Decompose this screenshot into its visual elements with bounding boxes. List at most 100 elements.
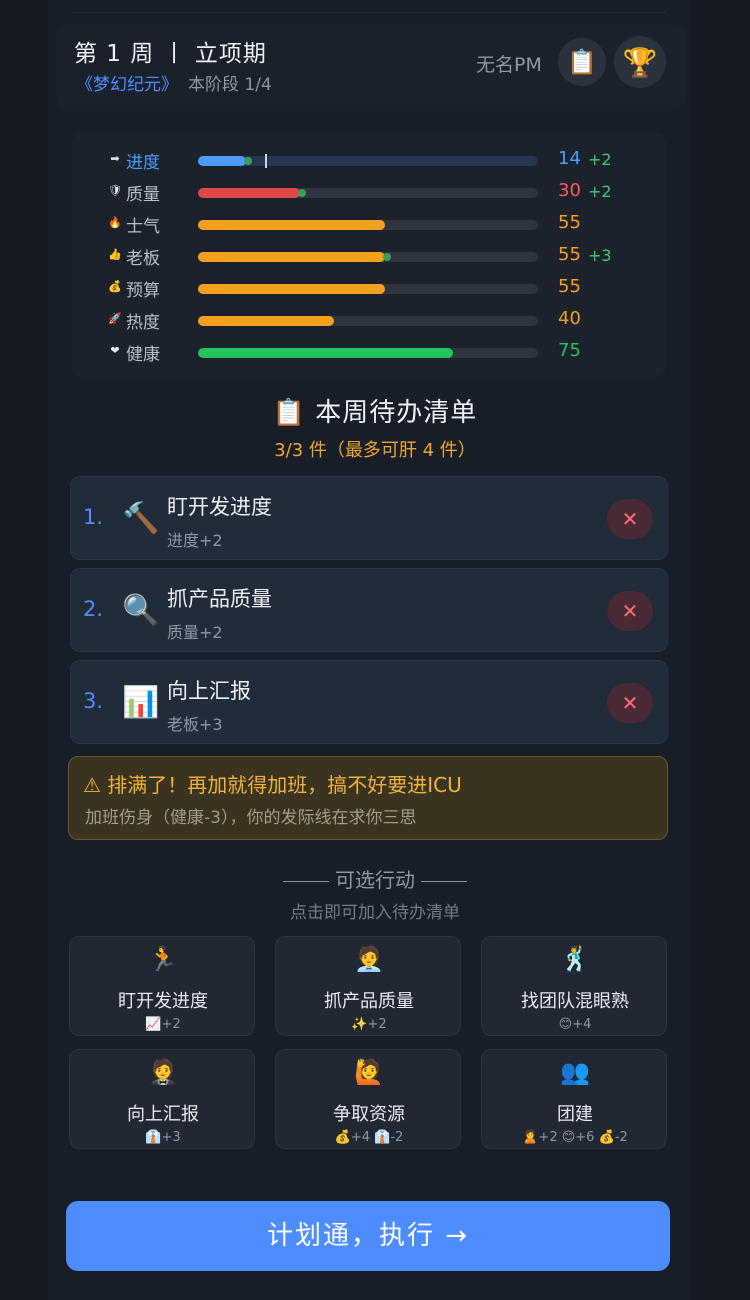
stat-label: 质量 (126, 185, 160, 205)
action-name: 找团队混眼熟 (521, 991, 629, 1012)
stat-icon: 🛡 (108, 184, 122, 197)
close-icon: ✕ (621, 599, 639, 623)
todo-item: 3. 📊 向上汇报 老板+3 ✕ (70, 660, 668, 744)
clipboard-button[interactable]: 📋 (558, 38, 606, 86)
action-name: 向上汇报 (127, 1104, 199, 1125)
project-name: 《梦幻纪元》 (76, 75, 178, 95)
close-icon: ✕ (621, 691, 639, 715)
stat-label: 热度 (126, 313, 160, 333)
action-effect: 👔+3 (145, 1130, 181, 1145)
action-name: 争取资源 (333, 1104, 405, 1125)
warning-title: ⚠ 排满了！再加就得加班，搞不好要进ICU (83, 773, 462, 797)
hammer-icon: 🔨 (122, 501, 160, 536)
stat-delta: +2 (588, 150, 612, 169)
stat-bar-track (198, 284, 538, 294)
stat-icon: 💰 (108, 280, 122, 293)
stat-icon: 🔥 (108, 216, 122, 229)
stats-panel: ➡ 进度 14 +2 🛡 质量 30 +2 🔥 士气 55 👍 老板 55 +3 💰 预算 55 🚀 热度 40 ❤ 健康 7… (72, 132, 666, 378)
stat-bar-fill (198, 188, 300, 198)
magnifier-icon: 🔍 (122, 593, 160, 628)
stat-bar-track (198, 220, 538, 230)
stat-bar-fill (198, 156, 246, 166)
trophy-icon: 🏆 (622, 45, 658, 79)
action-card-team[interactable]: 🕺 找团队混眼熟 😊+4 (481, 936, 667, 1036)
warning-subtitle: 加班伤身（健康-3），你的发际线在求你三思 (85, 808, 417, 828)
group-icon: 👥 (560, 1058, 590, 1086)
stat-row: 👍 老板 55 +3 (72, 242, 666, 270)
action-name: 抓产品质量 (324, 991, 414, 1012)
stat-label: 健康 (126, 345, 160, 365)
stat-row: ➡ 进度 14 +2 (72, 146, 666, 174)
todo-effect: 老板+3 (167, 715, 223, 734)
todo-item: 1. 🔨 盯开发进度 进度+2 ✕ (70, 476, 668, 560)
project-line: 《梦幻纪元》 本阶段 1/4 (76, 70, 272, 95)
remove-todo-button[interactable]: ✕ (607, 591, 653, 631)
stat-row: 🛡 质量 30 +2 (72, 178, 666, 206)
todo-name: 盯开发进度 (167, 495, 272, 519)
remove-todo-button[interactable]: ✕ (607, 683, 653, 723)
stat-bar-fill (198, 316, 334, 326)
stat-bar-fill (198, 220, 385, 230)
stat-bar-fill (198, 252, 385, 262)
stage-indicator: 本阶段 1/4 (188, 75, 272, 95)
action-effect: 😊+4 (558, 1017, 592, 1032)
todo-number: 1. (83, 505, 104, 529)
stat-row: ❤ 健康 75 (72, 338, 666, 366)
stat-bar-track (198, 348, 538, 358)
action-name: 团建 (557, 1104, 593, 1125)
action-effect: 🙎+2 😊+6 💰-2 (522, 1130, 628, 1145)
stat-value: 55 (558, 212, 581, 233)
inspector-icon: 🧑‍💼 (354, 945, 384, 973)
todo-title: 📋 本周待办清单 (272, 398, 478, 428)
action-card-resources[interactable]: 🙋 争取资源 💰+4 👔-2 (275, 1049, 461, 1149)
todo-number: 2. (83, 597, 104, 621)
todo-effect: 进度+2 (167, 531, 223, 550)
todo-number: 3. (83, 689, 104, 713)
stat-bar-gain-marker (244, 157, 252, 165)
stat-value: 14 (558, 148, 581, 169)
action-card-report[interactable]: 🤵 向上汇报 👔+3 (69, 1049, 255, 1149)
actions-title-text: 可选行动 (335, 868, 415, 892)
stat-label: 预算 (126, 281, 160, 301)
execute-button[interactable]: 计划通，执行 → (66, 1201, 670, 1271)
action-card-progress[interactable]: 🏃 盯开发进度 📈+2 (69, 936, 255, 1036)
stat-row: 🔥 士气 55 (72, 210, 666, 238)
divider-right (421, 881, 467, 882)
stat-value: 55 (558, 276, 581, 297)
stat-icon: ➡ (110, 152, 120, 165)
action-card-teambuilding[interactable]: 👥 团建 🙎+2 😊+6 💰-2 (481, 1049, 667, 1149)
stat-value: 30 (558, 180, 581, 201)
stat-bar-track (198, 188, 538, 198)
stat-delta: +2 (588, 182, 612, 201)
remove-todo-button[interactable]: ✕ (607, 499, 653, 539)
week-title: 第 1 周 丨 立项期 (74, 41, 267, 67)
stat-bar-track (198, 252, 538, 262)
stat-delta: +3 (588, 246, 612, 265)
action-effect: 💰+4 👔-2 (334, 1130, 404, 1145)
stat-bar-gain-marker (298, 189, 306, 197)
bar-chart-icon: 📊 (122, 685, 160, 720)
stat-bar-gain-marker (383, 253, 391, 261)
stat-bar-track (198, 154, 538, 168)
action-effect: 📈+2 (145, 1017, 181, 1032)
divider-left (283, 881, 329, 882)
stat-bar-track (198, 316, 538, 326)
stat-value: 55 (558, 244, 581, 265)
todo-count: 3/3 件（最多可肝 4 件） (274, 440, 476, 461)
stat-row: 🚀 热度 40 (72, 306, 666, 334)
stat-icon: 👍 (108, 248, 122, 261)
todo-item: 2. 🔍 抓产品质量 质量+2 ✕ (70, 568, 668, 652)
pm-name: 无名PM (476, 54, 542, 76)
clipboard-icon: 📋 (567, 48, 597, 76)
trophy-button[interactable]: 🏆 (614, 36, 666, 88)
top-divider (72, 12, 666, 13)
action-card-quality[interactable]: 🧑‍💼 抓产品质量 ✨+2 (275, 936, 461, 1036)
todo-name: 向上汇报 (167, 679, 251, 703)
close-icon: ✕ (621, 507, 639, 531)
actions-hint: 点击即可加入待办清单 (290, 903, 460, 923)
header-card: 第 1 周 丨 立项期 《梦幻纪元》 本阶段 1/4 无名PM 📋 🏆 (56, 24, 686, 110)
stat-icon: 🚀 (108, 312, 122, 325)
raising-hand-icon: 🙋 (354, 1058, 384, 1086)
stat-row: 💰 预算 55 (72, 274, 666, 302)
stat-label: 进度 (126, 153, 160, 173)
